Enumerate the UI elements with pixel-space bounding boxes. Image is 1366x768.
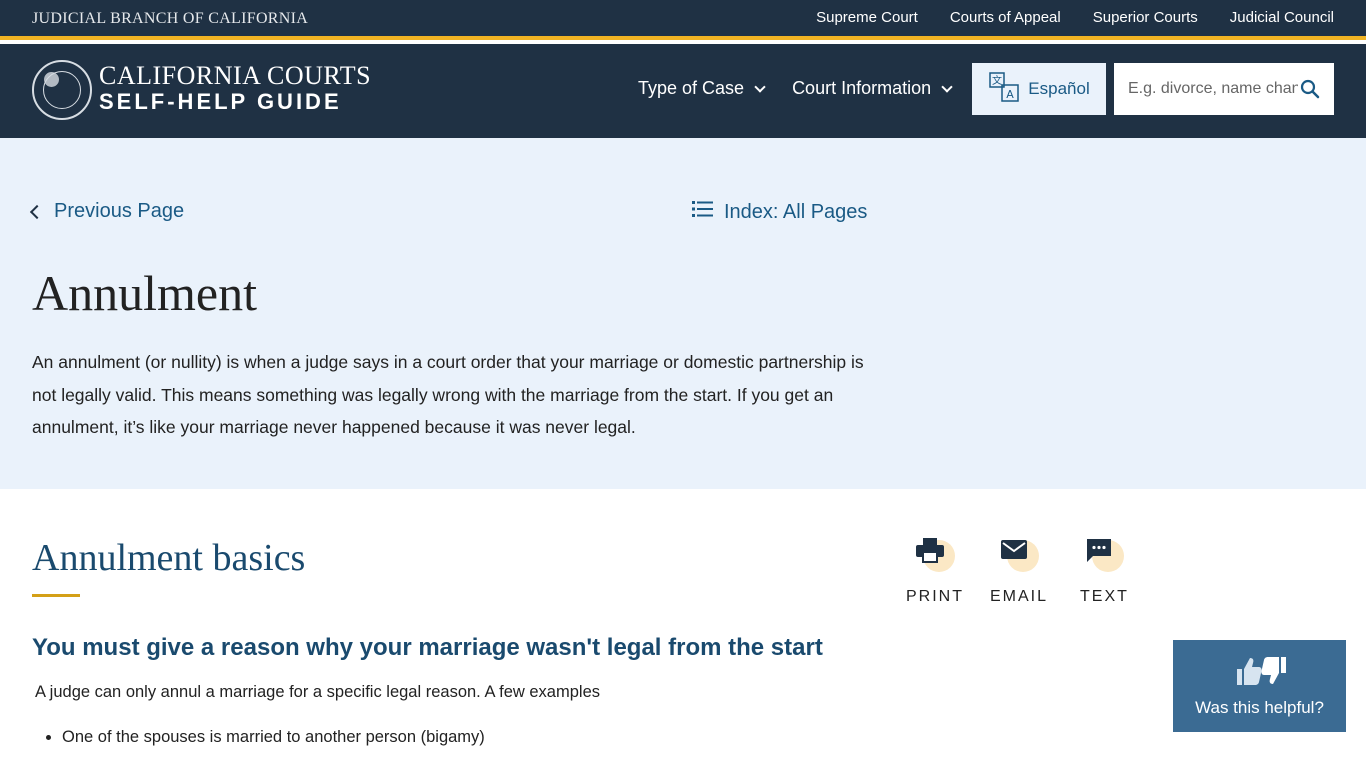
nav-court-information[interactable]: Court Information bbox=[792, 78, 953, 99]
email-icon bbox=[999, 536, 1039, 576]
print-icon bbox=[915, 536, 955, 576]
top-utility-bar: JUDICIAL BRANCH OF CALIFORNIA Supreme Co… bbox=[0, 0, 1366, 40]
svg-text:A: A bbox=[1007, 88, 1015, 101]
page-title: Annulment bbox=[32, 265, 257, 321]
logo-line-2: SELF-HELP GUIDE bbox=[99, 89, 342, 114]
espanol-label: Español bbox=[1028, 79, 1090, 98]
utility-link-courts-of-appeal[interactable]: Courts of Appeal bbox=[950, 9, 1061, 26]
search-icon[interactable] bbox=[1300, 79, 1320, 104]
utility-nav: Supreme Court Courts of Appeal Superior … bbox=[816, 9, 1334, 26]
seal-logo-icon[interactable] bbox=[32, 60, 92, 120]
section-title: Annulment basics bbox=[32, 537, 306, 579]
text-label: TEXT bbox=[1080, 588, 1129, 605]
seal-emblem bbox=[44, 72, 59, 87]
translate-icon: 文 A bbox=[988, 71, 1020, 108]
site-header: CALIFORNIA COURTS SELF-HELP GUIDE Type o… bbox=[0, 44, 1366, 138]
feedback-button[interactable]: Was this helpful? bbox=[1173, 640, 1346, 732]
index-label: Index: All Pages bbox=[724, 200, 868, 223]
body-paragraph: A judge can only annul a marriage for a … bbox=[35, 683, 600, 701]
text-message-icon bbox=[1084, 536, 1125, 576]
page-hero: Previous Page Index: All Pages Annulment… bbox=[0, 138, 1366, 489]
svg-text:文: 文 bbox=[992, 74, 1002, 87]
thumbs-up-down-icon bbox=[1234, 655, 1286, 692]
branch-title: JUDICIAL BRANCH OF CALIFORNIA bbox=[32, 10, 309, 27]
nav-type-of-case-label: Type of Case bbox=[638, 78, 745, 98]
print-label: PRINT bbox=[906, 588, 964, 605]
examples-list: One of the spouses is married to another… bbox=[62, 728, 485, 747]
text-button[interactable]: TEXT bbox=[1080, 536, 1129, 606]
utility-link-superior-courts[interactable]: Superior Courts bbox=[1093, 9, 1198, 26]
email-button[interactable]: EMAIL bbox=[990, 536, 1048, 606]
feedback-label: Was this helpful? bbox=[1195, 697, 1324, 717]
nav-court-information-label: Court Information bbox=[792, 78, 932, 98]
list-item: One of the spouses is married to another… bbox=[62, 728, 485, 747]
list-icon bbox=[692, 200, 714, 224]
nav-type-of-case[interactable]: Type of Case bbox=[638, 78, 766, 99]
chevron-left-icon bbox=[29, 204, 45, 219]
main-nav: Type of Case Court Information bbox=[638, 78, 953, 99]
previous-page-label: Previous Page bbox=[54, 200, 185, 222]
section-divider bbox=[32, 594, 80, 597]
utility-link-supreme-court[interactable]: Supreme Court bbox=[816, 9, 918, 26]
logo-line-1: CALIFORNIA COURTS bbox=[99, 61, 372, 90]
espanol-button[interactable]: 文 A Español bbox=[972, 63, 1106, 115]
chevron-down-icon bbox=[754, 80, 766, 93]
email-label: EMAIL bbox=[990, 588, 1049, 605]
print-button[interactable]: PRINT bbox=[906, 536, 964, 606]
previous-page-link[interactable]: Previous Page bbox=[29, 200, 185, 223]
chevron-down-icon bbox=[941, 80, 953, 93]
index-all-pages-link[interactable]: Index: All Pages bbox=[692, 200, 867, 224]
site-logo[interactable]: CALIFORNIA COURTS SELF-HELP GUIDE bbox=[99, 62, 371, 114]
subsection-title: You must give a reason why your marriage… bbox=[32, 634, 823, 661]
utility-link-judicial-council[interactable]: Judicial Council bbox=[1230, 9, 1334, 26]
page-intro: An annulment (or nullity) is when a judg… bbox=[32, 352, 864, 437]
search-box bbox=[1114, 63, 1334, 115]
